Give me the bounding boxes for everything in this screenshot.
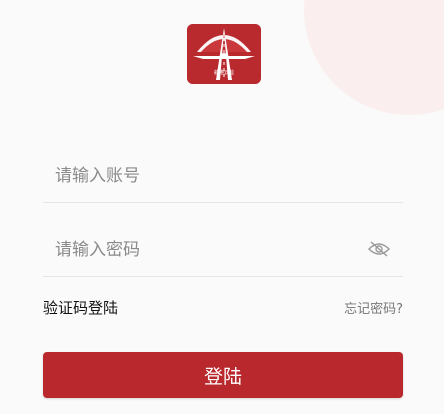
account-input[interactable] [55,162,355,190]
account-field [43,148,403,203]
app-logo: 航港云监 [187,24,261,84]
password-field [43,222,403,277]
login-screen: 航港云监 验证码登陆 忘记密码? 登陆 [0,0,444,414]
password-input[interactable] [55,236,355,264]
decorative-corner-blob [304,0,444,115]
login-button[interactable]: 登陆 [43,352,403,398]
forgot-password-link[interactable]: 忘记密码? [344,298,403,317]
eye-hidden-icon[interactable] [367,240,391,258]
logo-caption: 航港云监 [214,69,234,76]
sms-code-login-link[interactable]: 验证码登陆 [43,297,118,318]
airport-runway-logo-icon: 航港云监 [187,24,261,84]
